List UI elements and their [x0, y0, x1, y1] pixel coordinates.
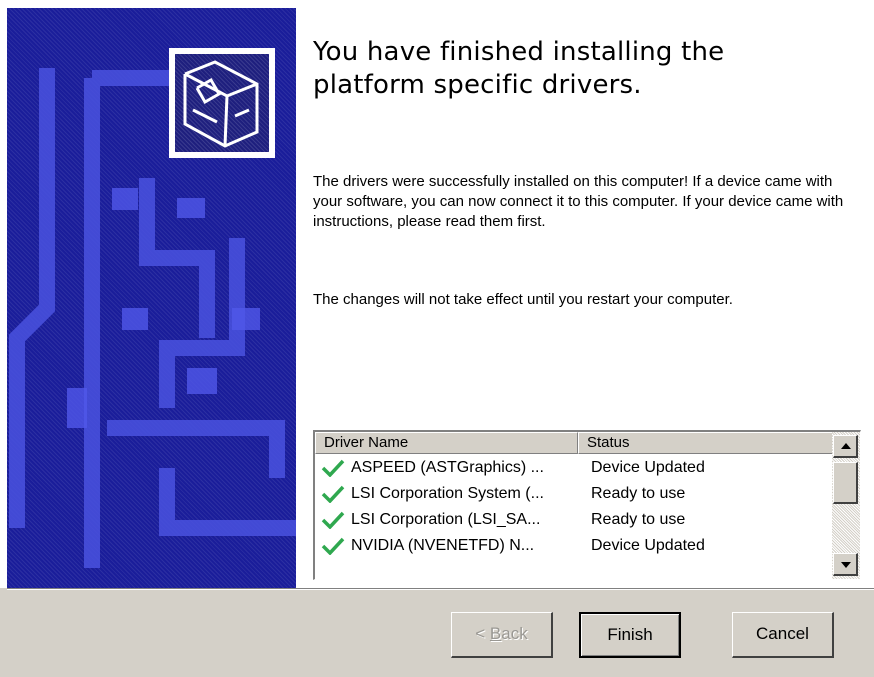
- check-icon: [321, 459, 345, 477]
- driver-status: Device Updated: [591, 459, 705, 476]
- column-header-driver-name[interactable]: Driver Name: [315, 432, 578, 454]
- driver-name: NVIDIA (NVENETFD) N...: [351, 537, 535, 554]
- check-icon: [321, 511, 345, 529]
- back-mnemonic: B: [489, 624, 502, 643]
- scroll-thumb[interactable]: [833, 462, 858, 504]
- scroll-up-button[interactable]: [833, 435, 858, 458]
- check-icon: [321, 537, 345, 555]
- arrow-down-icon: [841, 562, 851, 568]
- page-title: You have finished installing the platfor…: [313, 37, 725, 100]
- driver-status: Ready to use: [591, 511, 686, 528]
- cancel-button[interactable]: Cancel: [732, 612, 834, 658]
- driver-list[interactable]: Driver Name Status ASPEED (ASTGraphics) …: [313, 430, 861, 580]
- success-message: The drivers were successfully installed …: [313, 173, 844, 230]
- drive-bay-icon: [183, 60, 259, 148]
- driver-status: Ready to use: [591, 485, 686, 502]
- back-label: ack: [501, 624, 528, 643]
- finish-button[interactable]: Finish: [579, 612, 681, 658]
- driver-name: LSI Corporation System (...: [351, 485, 544, 502]
- list-item[interactable]: NVIDIA (NVENETFD) N... Device Updated: [315, 534, 833, 558]
- restart-notice: The changes will not take effect until y…: [313, 291, 733, 308]
- hardware-icon: [169, 48, 275, 158]
- check-icon: [321, 485, 345, 503]
- separator: [7, 588, 874, 590]
- list-item[interactable]: LSI Corporation (LSI_SA... Ready to use: [315, 508, 833, 532]
- list-item[interactable]: LSI Corporation System (... Ready to use: [315, 482, 833, 506]
- vertical-scrollbar[interactable]: [832, 432, 860, 579]
- back-button[interactable]: < Back: [451, 612, 553, 658]
- wizard-banner: [7, 8, 296, 588]
- driver-status: Device Updated: [591, 537, 705, 554]
- back-prefix: <: [475, 624, 490, 643]
- column-header-status[interactable]: Status: [578, 432, 833, 454]
- scroll-down-button[interactable]: [833, 553, 858, 576]
- list-item[interactable]: ASPEED (ASTGraphics) ... Device Updated: [315, 456, 833, 480]
- driver-name: ASPEED (ASTGraphics) ...: [351, 459, 544, 476]
- arrow-up-icon: [841, 443, 851, 449]
- driver-name: LSI Corporation (LSI_SA...: [351, 511, 541, 528]
